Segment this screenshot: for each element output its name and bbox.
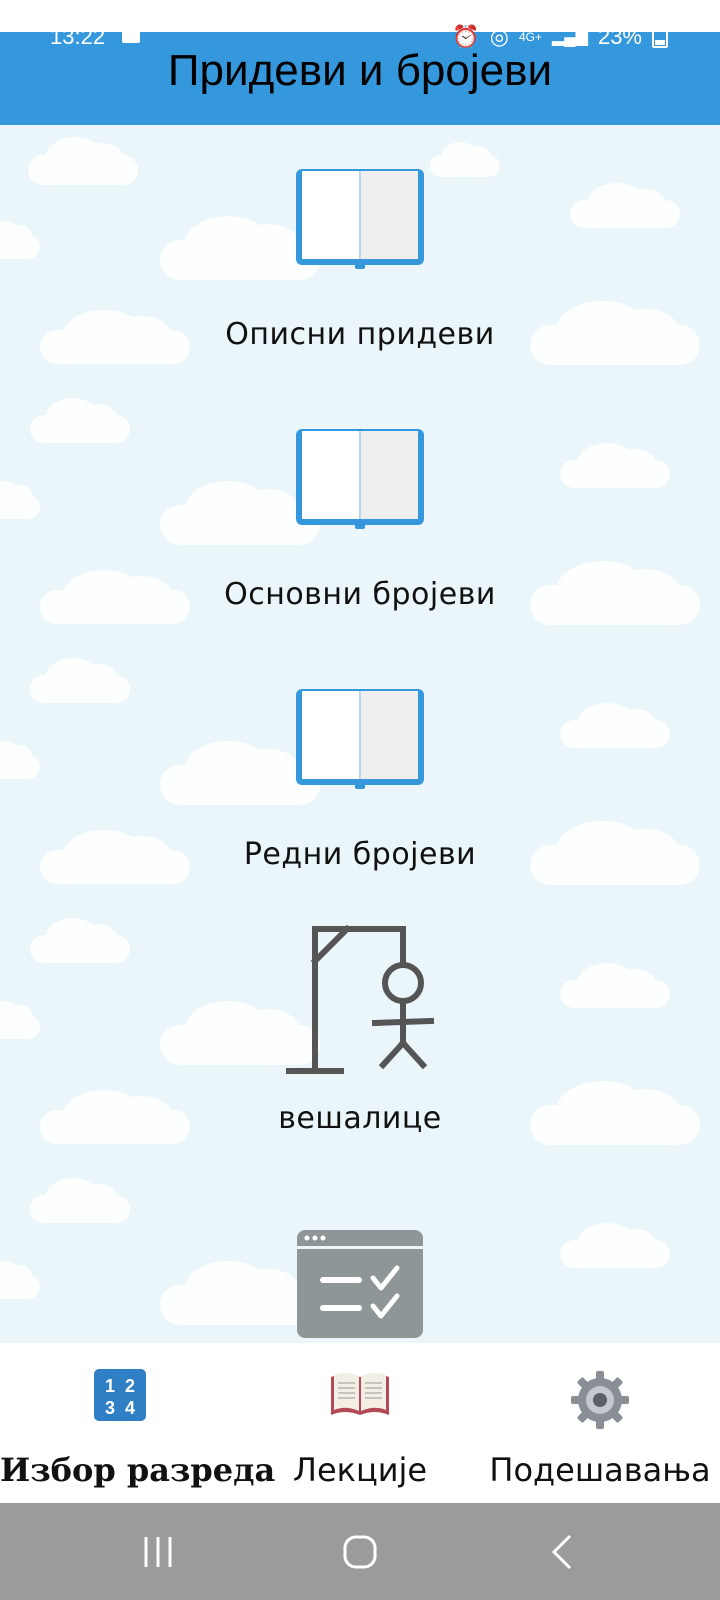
book-icon xyxy=(294,687,426,791)
nav-label: Избор разреда xyxy=(0,1451,276,1489)
lesson-label: Редни бројеви xyxy=(243,837,477,872)
lesson-item-ordinal-numbers[interactable]: Редни бројеви xyxy=(0,687,720,872)
svg-text:2: 2 xyxy=(125,1376,135,1396)
status-bar: 13:22 ⏰ ◎ 4G+ ▂▄▆ 23% xyxy=(0,24,720,49)
lesson-label: вешалице xyxy=(278,1101,442,1136)
quiz-checklist-icon xyxy=(297,1230,423,1338)
battery-icon xyxy=(652,26,668,48)
nav-settings[interactable]: Подешавања xyxy=(480,1343,720,1503)
svg-text:3: 3 xyxy=(105,1398,115,1418)
page-title: Придеви и бројеви xyxy=(167,46,553,95)
lesson-item-descriptive-adjectives[interactable]: Описни придеви xyxy=(0,167,720,352)
book-icon xyxy=(294,427,426,531)
image-notification-icon xyxy=(122,27,140,43)
cloud-decoration xyxy=(30,1178,130,1223)
open-book-icon xyxy=(329,1369,391,1423)
recents-icon xyxy=(144,1536,172,1567)
nav-label: Лекције xyxy=(292,1451,428,1489)
nav-label: Подешавања xyxy=(489,1451,711,1489)
svg-text:1: 1 xyxy=(105,1376,115,1396)
signal-icon: ▂▄▆ xyxy=(552,29,588,46)
lesson-item-cardinal-numbers[interactable]: Основни бројеви xyxy=(0,427,720,612)
recents-button[interactable] xyxy=(98,1503,218,1600)
lesson-list: Описни придеви Основни бројеви Редни бро… xyxy=(0,125,720,1343)
network-type: 4G+ xyxy=(518,30,542,44)
nav-grade-selection[interactable]: 1 2 3 4 Избор разреда xyxy=(0,1343,276,1503)
hangman-icon xyxy=(285,924,435,1075)
home-icon xyxy=(343,1535,377,1568)
system-navigation-bar xyxy=(0,1503,720,1600)
lesson-label: Основни бројеви xyxy=(224,577,496,612)
back-button[interactable] xyxy=(502,1503,622,1600)
book-icon xyxy=(294,167,426,271)
bottom-navigation: 1 2 3 4 Избор разреда Лекције Подешавања xyxy=(0,1343,720,1503)
svg-text:4: 4 xyxy=(125,1398,135,1418)
lesson-item-hangman[interactable]: вешалице xyxy=(0,924,720,1136)
back-icon xyxy=(551,1534,572,1569)
home-button[interactable] xyxy=(300,1503,420,1600)
nav-lessons[interactable]: Лекције xyxy=(240,1343,480,1503)
number-grid-icon: 1 2 3 4 xyxy=(94,1369,146,1425)
gear-icon xyxy=(569,1369,631,1435)
lesson-item-quiz[interactable] xyxy=(0,1230,720,1338)
lesson-label: Описни придеви xyxy=(225,317,495,352)
